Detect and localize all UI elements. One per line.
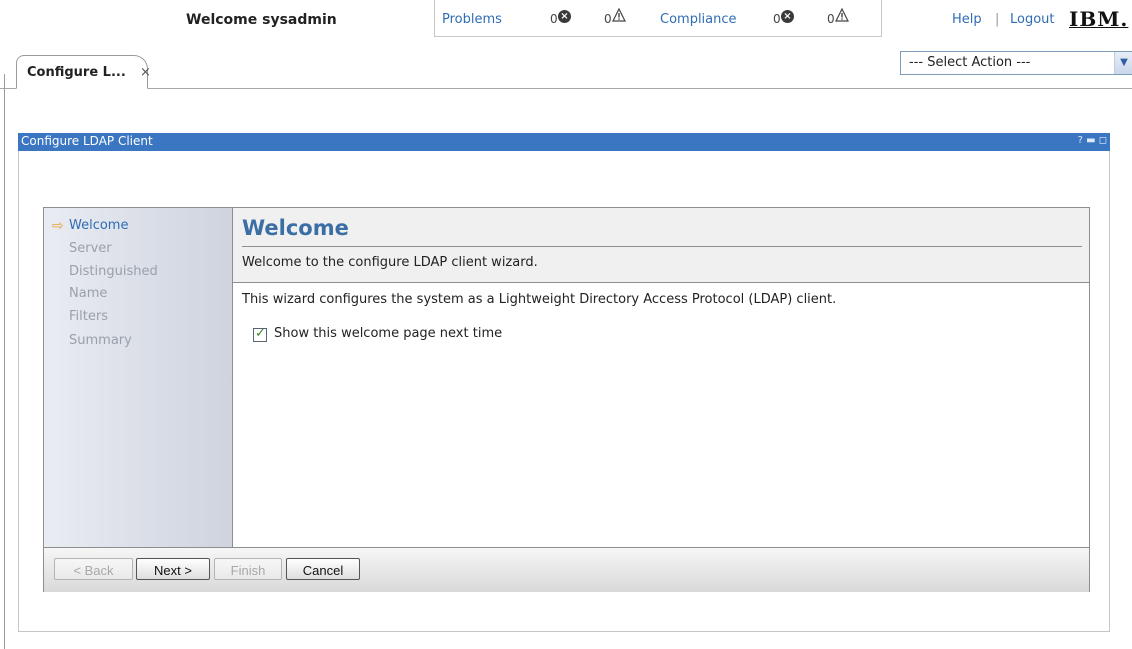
- header-separator: |: [995, 12, 1000, 27]
- compliance-link[interactable]: Compliance: [660, 12, 737, 27]
- portlet-title-bar: Configure LDAP Client ? ▬ ◻: [18, 133, 1110, 151]
- select-action-value: --- Select Action ---: [909, 55, 1031, 70]
- cancel-button[interactable]: Cancel: [286, 558, 360, 580]
- wizard-header: Welcome Welcome to the configure LDAP cl…: [233, 208, 1089, 283]
- wizard-content: This wizard configures the system as a L…: [233, 283, 1089, 547]
- show-welcome-checkbox[interactable]: ✓: [253, 326, 267, 342]
- next-button[interactable]: Next >: [136, 558, 210, 580]
- step-filters: Filters: [69, 309, 108, 324]
- back-button[interactable]: < Back: [54, 558, 133, 580]
- problems-error-count[interactable]: 0: [550, 12, 558, 26]
- checkmark-icon: ✓: [255, 326, 266, 341]
- select-action-dropdown[interactable]: --- Select Action --- ▼: [900, 51, 1132, 75]
- warning-icon[interactable]: [835, 8, 849, 22]
- chevron-down-icon[interactable]: ▼: [1114, 52, 1132, 74]
- top-header: Welcome sysadmin Problems 0 × 0 Complian…: [0, 0, 1132, 38]
- wizard-footer: < Back Next > Finish Cancel: [44, 547, 1089, 592]
- step-server: Server: [69, 241, 112, 256]
- status-area: Problems 0 × 0 Compliance 0 × 0: [434, 0, 882, 37]
- warning-icon[interactable]: [612, 8, 626, 22]
- step-distinguished-name: Distinguished: [69, 264, 158, 279]
- compliance-error-count[interactable]: 0: [773, 12, 781, 26]
- wizard-subtitle: Welcome to the configure LDAP client wiz…: [242, 255, 538, 270]
- step-summary: Summary: [69, 333, 132, 348]
- arrow-right-icon: ⇨: [52, 218, 64, 234]
- step-distinguished-name-line2: Name: [69, 286, 108, 301]
- finish-button[interactable]: Finish: [214, 558, 282, 580]
- portlet-title: Configure LDAP Client: [21, 134, 153, 148]
- welcome-text: Welcome sysadmin: [186, 12, 337, 28]
- left-divider: [4, 74, 5, 649]
- problems-link[interactable]: Problems: [442, 12, 502, 27]
- wizard-description: This wizard configures the system as a L…: [242, 292, 837, 307]
- close-icon[interactable]: ×: [140, 65, 151, 80]
- problems-warning-count[interactable]: 0: [604, 12, 612, 26]
- step-welcome[interactable]: Welcome: [69, 218, 128, 233]
- wizard-title: Welcome: [242, 216, 349, 240]
- title-divider: [242, 246, 1082, 247]
- wizard-step-nav: ⇨ Welcome Server Distinguished Name Filt…: [44, 208, 233, 547]
- error-icon[interactable]: ×: [781, 10, 794, 23]
- compliance-warning-count[interactable]: 0: [827, 12, 835, 26]
- show-welcome-label[interactable]: Show this welcome page next time: [274, 326, 502, 341]
- help-link[interactable]: Help: [952, 12, 982, 27]
- ibm-logo: IBM.: [1069, 7, 1129, 31]
- tab-label: Configure L...: [27, 65, 126, 80]
- portlet-controls[interactable]: ? ▬ ◻: [1078, 135, 1107, 146]
- tab-configure-ldap[interactable]: Configure L... ×: [16, 55, 151, 89]
- logout-link[interactable]: Logout: [1010, 12, 1055, 27]
- ldap-wizard: ⇨ Welcome Server Distinguished Name Filt…: [43, 207, 1090, 592]
- error-icon[interactable]: ×: [558, 10, 571, 23]
